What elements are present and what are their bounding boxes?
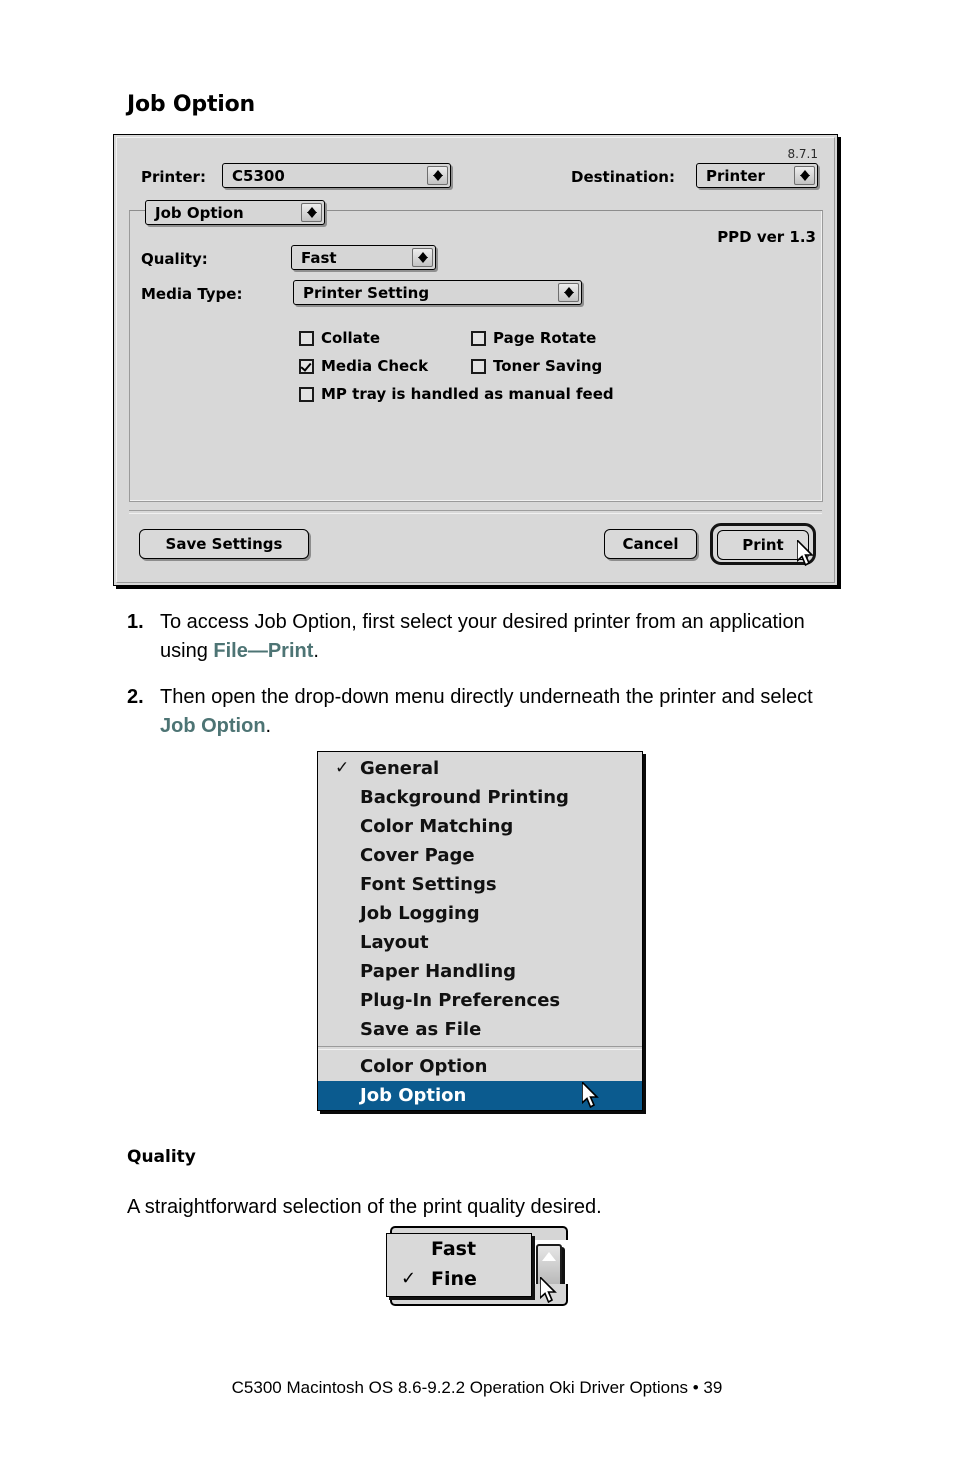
menu-item-label: Cover Page	[360, 845, 475, 866]
checkbox-icon[interactable]	[299, 386, 314, 402]
media-type-label: Media Type:	[141, 285, 243, 303]
step-2-number: 2.	[127, 686, 144, 708]
print-dialog-body: 8.7.1 Printer: C5300 Destination: Printe…	[116, 137, 835, 583]
menu-item-label: Job Logging	[360, 903, 480, 924]
quality-label: Quality:	[141, 250, 208, 268]
menu-item-cover-page[interactable]: Cover Page	[318, 841, 642, 870]
menu-item-color-matching[interactable]: Color Matching	[318, 812, 642, 841]
destination-select-value: Printer	[706, 167, 765, 185]
menu-item-label: Layout	[360, 932, 429, 953]
menu-item-color-option[interactable]: Color Option	[318, 1052, 642, 1081]
step-1-text-after: .	[313, 640, 319, 662]
chevron-updown-icon[interactable]	[301, 203, 322, 222]
menu-item-save-as-file[interactable]: Save as File	[318, 1015, 642, 1044]
check-icon: ✓	[335, 758, 350, 778]
menu-item-plug-in-preferences[interactable]: Plug-In Preferences	[318, 986, 642, 1015]
page-title: Job Option	[127, 92, 255, 117]
menu-item-label: Color Option	[360, 1056, 488, 1077]
checkbox-mp-tray-manual-feed-label: MP tray is handled as manual feed	[321, 385, 614, 403]
step-2: 2. Then open the drop-down menu directly …	[127, 683, 842, 741]
menu-item-background-printing[interactable]: Background Printing	[318, 783, 642, 812]
menu-item-label: Paper Handling	[360, 961, 517, 982]
menu-item-font-settings[interactable]: Font Settings	[318, 870, 642, 899]
options-groupbox	[129, 210, 823, 502]
pane-select-value: Job Option	[155, 204, 244, 222]
quality-menu-item-fine[interactable]: ✓ Fine	[387, 1264, 531, 1294]
quality-description: A straightforward selection of the print…	[127, 1196, 602, 1218]
step-2-text-before: Then open the drop-down menu directly un…	[160, 686, 813, 708]
chevron-updown-icon[interactable]	[558, 283, 579, 302]
save-settings-button[interactable]: Save Settings	[139, 529, 309, 559]
checkbox-collate[interactable]: Collate	[299, 329, 380, 347]
checkbox-media-check[interactable]: Media Check	[299, 357, 428, 375]
menu-divider	[318, 1046, 642, 1050]
menu-item-job-logging[interactable]: Job Logging	[318, 899, 642, 928]
step-1-number: 1.	[127, 611, 144, 633]
print-button[interactable]: Print	[717, 530, 809, 560]
menu-item-paper-handling[interactable]: Paper Handling	[318, 957, 642, 986]
quality-heading: Quality	[127, 1147, 196, 1167]
destination-label: Destination:	[571, 168, 675, 186]
checkbox-collate-label: Collate	[321, 329, 381, 347]
checkbox-toner-saving-label: Toner Saving	[493, 357, 603, 375]
quality-select[interactable]: Fast	[291, 245, 436, 270]
quality-menu-item-fast[interactable]: Fast	[387, 1234, 531, 1264]
step-2-highlight: Job Option	[160, 715, 266, 737]
menu-item-label: Save as File	[360, 1019, 482, 1040]
menu-item-label: Job Option	[360, 1085, 467, 1106]
chevron-updown-icon[interactable]	[794, 166, 815, 185]
cancel-button[interactable]: Cancel	[604, 529, 697, 559]
quality-dropdown-menu[interactable]: Fast ✓ Fine	[386, 1233, 532, 1297]
menu-item-label: Plug-In Preferences	[360, 990, 561, 1011]
menu-item-layout[interactable]: Layout	[318, 928, 642, 957]
pane-select[interactable]: Job Option	[145, 200, 325, 225]
document-page: Job Option 8.7.1 Printer: C5300 Destinat…	[0, 0, 954, 1475]
checkbox-media-check-label: Media Check	[321, 357, 429, 375]
chevron-updown-icon[interactable]	[412, 248, 433, 267]
quality-menu-item-label: Fast	[431, 1238, 477, 1260]
page-footer: C5300 Macintosh OS 8.6-9.2.2 Operation O…	[231, 1378, 723, 1397]
checkbox-page-rotate-label: Page Rotate	[493, 329, 597, 347]
print-dialog: 8.7.1 Printer: C5300 Destination: Printe…	[113, 134, 838, 586]
destination-select[interactable]: Printer	[696, 163, 818, 188]
cancel-button-label: Cancel	[622, 535, 679, 553]
checkbox-icon[interactable]	[471, 358, 486, 374]
printer-select-value: C5300	[232, 167, 285, 185]
checkbox-icon[interactable]	[299, 330, 314, 346]
ppd-version-label: PPD ver 1.3	[717, 228, 816, 246]
save-settings-button-label: Save Settings	[165, 535, 283, 553]
pane-dropdown-menu[interactable]: ✓ General Background Printing Color Matc…	[317, 751, 643, 1111]
instruction-steps: 1. To access Job Option, first select you…	[127, 608, 842, 758]
printer-select[interactable]: C5300	[222, 163, 451, 188]
checkbox-icon[interactable]	[471, 330, 486, 346]
check-icon: ✓	[401, 1268, 417, 1289]
printer-label: Printer:	[141, 168, 206, 186]
step-1-highlight: File—Print	[213, 640, 314, 662]
media-type-select[interactable]: Printer Setting	[293, 280, 582, 305]
checkbox-page-rotate[interactable]: Page Rotate	[471, 329, 596, 347]
checkbox-mp-tray-manual-feed[interactable]: MP tray is handled as manual feed	[299, 385, 614, 403]
divider	[129, 510, 822, 514]
checkbox-toner-saving[interactable]: Toner Saving	[471, 357, 602, 375]
menu-item-label: General	[360, 758, 440, 779]
step-2-text-after: .	[265, 715, 272, 737]
menu-item-label: Background Printing	[360, 787, 569, 808]
step-1: 1. To access Job Option, first select you…	[127, 608, 842, 666]
quality-menu-item-label: Fine	[431, 1268, 477, 1290]
checkbox-checked-icon[interactable]	[299, 358, 314, 374]
chevron-updown-icon[interactable]	[427, 166, 448, 185]
menu-item-label: Color Matching	[360, 816, 514, 837]
media-type-select-value: Printer Setting	[303, 284, 430, 302]
print-button-label: Print	[742, 536, 784, 554]
quality-select-value: Fast	[301, 249, 337, 267]
driver-version-label: 8.7.1	[787, 147, 818, 161]
menu-item-general[interactable]: ✓ General	[318, 754, 642, 783]
menu-item-label: Font Settings	[360, 874, 497, 895]
